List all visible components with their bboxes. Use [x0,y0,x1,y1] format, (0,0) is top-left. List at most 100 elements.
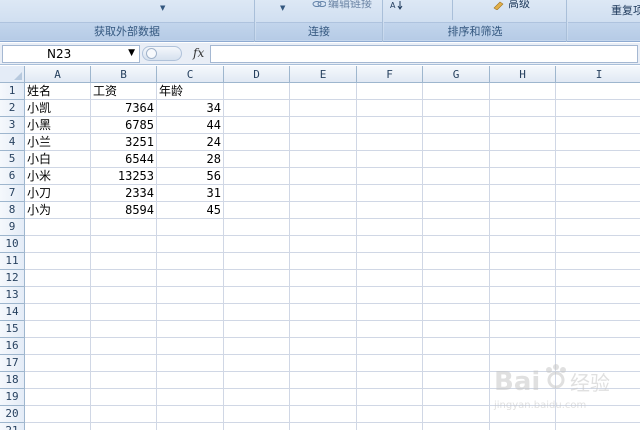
row-header-11[interactable]: 11 [0,253,25,270]
formula-bar-expand-handle[interactable] [142,46,182,61]
edit-links-icon [312,1,326,7]
cell-b3[interactable]: 6785 [91,117,156,134]
cell-a3[interactable]: 小黑 [25,117,90,134]
row-header-1[interactable]: 1 [0,83,25,100]
formula-bar-circle-icon [146,48,157,59]
edit-links-button[interactable]: 编辑链接 [328,0,372,11]
cell-a8[interactable]: 小为 [25,202,90,219]
row-header-15[interactable]: 15 [0,321,25,338]
column-header-a[interactable]: A [25,66,91,83]
cell-b8[interactable]: 8594 [91,202,156,219]
cell-a7[interactable]: 小刀 [25,185,90,202]
formula-bar: N23 ▼ fx [0,43,640,65]
advanced-filter-icon[interactable] [492,0,506,10]
ribbon-group-label-data-tools [568,22,640,40]
gridline-horizontal [25,422,640,423]
gridline-horizontal [25,337,640,338]
remove-duplicates-button[interactable]: 重复项 [611,2,640,18]
cell-b2[interactable]: 7364 [91,100,156,117]
row-header-10[interactable]: 10 [0,236,25,253]
row-header-7[interactable]: 7 [0,185,25,202]
column-header-b[interactable]: B [91,66,157,83]
column-header-g[interactable]: G [423,66,490,83]
cell-a5[interactable]: 小白 [25,151,90,168]
gridline-vertical [356,83,357,430]
row-header-20[interactable]: 20 [0,406,25,423]
gridline-vertical [422,83,423,430]
column-header-i[interactable]: I [556,66,640,83]
name-box-dropdown-icon[interactable]: ▼ [128,48,135,58]
row-header-18[interactable]: 18 [0,372,25,389]
cell-b7[interactable]: 2334 [91,185,156,202]
row-header-21[interactable]: 21 [0,423,25,430]
gridline-horizontal [25,320,640,321]
name-box-value: N23 [47,47,72,61]
formula-input[interactable] [210,45,638,63]
row-header-16[interactable]: 16 [0,338,25,355]
baidu-jingyan-watermark: Bai 经验 jingyan.baidu.com [493,364,610,411]
gridline-horizontal [25,286,640,287]
sort-za-icon[interactable]: A [390,0,404,10]
ribbon-group-external-data: ▼ 获取外部数据 [0,0,255,42]
row-header-13[interactable]: 13 [0,287,25,304]
cell-c7[interactable]: 31 [157,185,223,202]
cell-a4[interactable]: 小兰 [25,134,90,151]
row-header-17[interactable]: 17 [0,355,25,372]
gridline-horizontal [25,269,640,270]
cell-c3[interactable]: 44 [157,117,223,134]
cell-b6[interactable]: 13253 [91,168,156,185]
ribbon-group-data-tools: 重复项 [568,0,640,42]
cell-c6[interactable]: 56 [157,168,223,185]
watermark-brand: Bai [494,367,540,397]
cell-c8[interactable]: 45 [157,202,223,219]
insert-function-icon[interactable]: fx [193,46,204,60]
gridline-horizontal [25,235,640,236]
ribbon-separator [452,0,453,20]
paw-icon [546,364,566,389]
select-all-button[interactable] [0,66,25,83]
cell-c5[interactable]: 28 [157,151,223,168]
column-header-h[interactable]: H [490,66,556,83]
row-header-5[interactable]: 5 [0,151,25,168]
watermark-url: jingyan.baidu.com [493,400,586,411]
cell-c2[interactable]: 34 [157,100,223,117]
cell-c1[interactable]: 年龄 [157,83,223,100]
cell-a2[interactable]: 小凯 [25,100,90,117]
column-header-e[interactable]: E [290,66,357,83]
row-header-8[interactable]: 8 [0,202,25,219]
name-box[interactable]: N23 ▼ [2,45,140,63]
column-header-d[interactable]: D [224,66,290,83]
cell-c4[interactable]: 24 [157,134,223,151]
row-header-4[interactable]: 4 [0,134,25,151]
ribbon-group-label-sort-filter: 排序和筛选 [384,22,566,40]
gridline-vertical [223,83,224,430]
watermark-brand2: 经验 [570,371,610,395]
row-header-12[interactable]: 12 [0,270,25,287]
cell-b1[interactable]: 工资 [91,83,156,100]
row-header-9[interactable]: 9 [0,219,25,236]
dropdown-arrow-icon[interactable]: ▼ [280,4,285,12]
column-header-f[interactable]: F [357,66,423,83]
row-header-3[interactable]: 3 [0,117,25,134]
gridline-vertical [289,83,290,430]
ribbon-group-external-data-commands[interactable] [0,0,254,20]
ribbon: ▼ 获取外部数据 ▼ 编辑链接 连接 A 高级 排序和筛选 重复项 [0,0,640,42]
ribbon-group-label-connections: 连接 [256,22,382,40]
column-header-c[interactable]: C [157,66,224,83]
dropdown-arrow-icon[interactable]: ▼ [160,4,165,12]
cell-a6[interactable]: 小米 [25,168,90,185]
cell-a1[interactable]: 姓名 [25,83,90,100]
row-header-19[interactable]: 19 [0,389,25,406]
select-all-triangle-icon [14,72,22,80]
svg-text:A: A [390,1,396,10]
gridline-horizontal [25,252,640,253]
row-header-14[interactable]: 14 [0,304,25,321]
cell-b4[interactable]: 3251 [91,134,156,151]
row-header-2[interactable]: 2 [0,100,25,117]
gridline-vertical [489,83,490,430]
row-header-6[interactable]: 6 [0,168,25,185]
gridline-horizontal [25,354,640,355]
advanced-filter-button[interactable]: 高级 [508,0,530,11]
cell-b5[interactable]: 6544 [91,151,156,168]
gridline-horizontal [25,303,640,304]
